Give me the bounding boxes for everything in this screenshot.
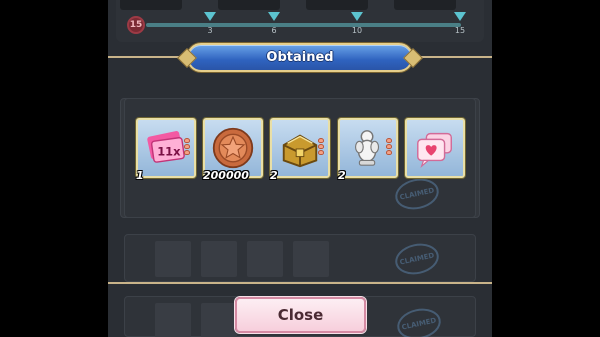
- progress-marker-label: 15: [454, 26, 466, 35]
- dialog-title: Obtained: [266, 50, 334, 65]
- progress-marker: 15: [454, 12, 466, 35]
- background-row: CLAIMED: [124, 234, 476, 282]
- rarity-icons: [184, 138, 190, 155]
- top-thumb: [120, 0, 182, 10]
- reward-item[interactable]: 2: [270, 118, 330, 182]
- rarity-icons: [318, 138, 324, 155]
- progress-marker-label: 6: [271, 26, 277, 35]
- reward-count: 2: [270, 169, 278, 182]
- top-thumb: [306, 0, 368, 10]
- reward-list: 11x 1 200000 2 2: [136, 118, 466, 182]
- top-thumb: [218, 0, 280, 10]
- reward-item[interactable]: 11x 1: [136, 118, 196, 182]
- row-slot: [155, 241, 191, 277]
- white-figure-icon: [346, 126, 390, 170]
- reward-count: 1: [136, 169, 144, 182]
- rarity-icons: [386, 138, 392, 155]
- progress-marker: 6: [268, 12, 280, 35]
- reward-item[interactable]: 200000: [203, 118, 263, 182]
- claimed-stamp: CLAIMED: [394, 304, 444, 337]
- divider-bottom: [108, 282, 492, 284]
- reward-item[interactable]: [405, 118, 465, 178]
- claimed-stamp: CLAIMED: [392, 174, 442, 214]
- bronze-coin-icon: [211, 126, 255, 170]
- top-thumb: [394, 0, 456, 10]
- progress-current-badge: 15: [127, 16, 145, 34]
- row-slot: [201, 241, 237, 277]
- progress-track: 15 3 6 10 15: [124, 12, 469, 38]
- treasure-chest-icon: [278, 126, 322, 170]
- progress-marker: 3: [204, 12, 216, 35]
- obtained-banner: Obtained: [177, 43, 423, 72]
- claimed-stamp: CLAIMED: [392, 239, 442, 279]
- close-button[interactable]: Close: [235, 297, 366, 333]
- summon-ticket-icon: 11x: [144, 126, 188, 170]
- progress-marker-label: 3: [207, 26, 213, 35]
- progress-marker-label: 10: [351, 26, 363, 35]
- row-slot: [247, 241, 283, 277]
- reward-count: 2: [338, 169, 346, 182]
- progress-marker: 10: [351, 12, 363, 35]
- row-slot: [293, 241, 329, 277]
- reward-count: 200000: [203, 169, 249, 182]
- row-slot: [155, 303, 191, 337]
- progress-line: [146, 23, 461, 27]
- heart-message-icon: [413, 126, 457, 170]
- ticket-label: 11x: [157, 145, 181, 159]
- reward-item[interactable]: 2: [338, 118, 398, 182]
- row-slot: [201, 303, 237, 337]
